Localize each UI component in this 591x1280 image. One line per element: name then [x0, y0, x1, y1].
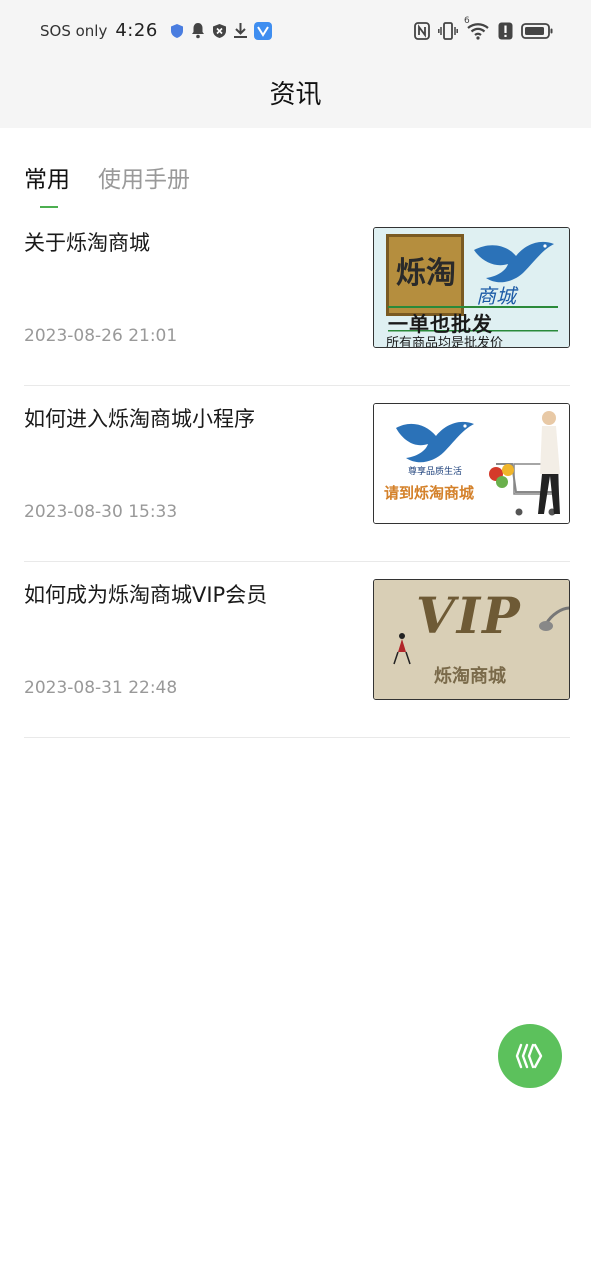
article-thumbnail: VIP 烁淘商城 [373, 579, 570, 700]
article-item[interactable]: 如何成为烁淘商城VIP会员 2023-08-31 22:48 VIP 烁淘商城 [24, 562, 570, 738]
thumb-vip-text: VIP [416, 586, 522, 645]
nfc-icon [414, 22, 430, 40]
tab-bar: 常用 使用手册 [24, 160, 190, 208]
blocked-icon [212, 23, 226, 38]
thumb-sub-text: 商城 [476, 284, 516, 308]
bell-icon [191, 23, 204, 39]
clock: 4:26 [115, 20, 158, 41]
wifi-indicator: 6 [464, 16, 490, 40]
thumbnail-graphic [374, 404, 569, 523]
article-title: 如何成为烁淘商城VIP会员 [24, 583, 268, 607]
app-notification-icon [253, 21, 272, 40]
carrier-text: SOS only [40, 21, 108, 40]
status-left-icons [170, 21, 272, 40]
article-title: 如何进入烁淘商城小程序 [24, 407, 255, 431]
article-date: 2023-08-30 15:33 [24, 502, 178, 522]
thumb-line2-text: 所有商品均是批发价 [386, 336, 504, 348]
article-item[interactable]: 关于烁淘商城 2023-08-26 21:01 烁淘 商城 一单也批发 所有商品… [24, 210, 570, 386]
tab-user-manual[interactable]: 使用手册 [98, 160, 190, 208]
tab-active-indicator [40, 206, 58, 208]
article-item[interactable]: 如何进入烁淘商城小程序 2023-08-30 15:33 尊享品质生活 请到烁淘… [24, 386, 570, 562]
thumb-caption-text: 烁淘商城 [434, 666, 506, 687]
tab-common[interactable]: 常用 [24, 160, 70, 208]
thumb-caption-text: 请到烁淘商城 [384, 484, 475, 502]
thumb-brand-text: 烁淘 [396, 256, 456, 291]
page-title: 资讯 [269, 80, 322, 110]
battery-icon [521, 23, 553, 39]
article-list: 关于烁淘商城 2023-08-26 21:01 烁淘 商城 一单也批发 所有商品… [24, 210, 570, 738]
floating-action-button[interactable] [498, 1024, 562, 1088]
shield-icon [170, 23, 183, 38]
status-bar: SOS only 4:26 6 [0, 0, 591, 64]
article-date: 2023-08-31 22:48 [24, 678, 178, 698]
thumb-tagline-text: 尊享品质生活 [408, 467, 463, 477]
app-header: 资讯 [0, 64, 591, 128]
wifi-standard-label: 6 [464, 16, 470, 26]
article-thumbnail: 尊享品质生活 请到烁淘商城 [373, 403, 570, 524]
vibrate-icon [438, 22, 458, 40]
status-right: 6 [414, 16, 553, 40]
download-icon [233, 23, 247, 38]
wave-icon [515, 1043, 543, 1069]
alert-icon [498, 22, 513, 40]
status-left: SOS only 4:26 [40, 20, 272, 41]
tab-common-label: 常用 [24, 167, 70, 193]
article-thumbnail: 烁淘 商城 一单也批发 所有商品均是批发价 [373, 227, 570, 348]
tab-user-manual-label: 使用手册 [98, 167, 190, 193]
article-title: 关于烁淘商城 [24, 231, 150, 255]
article-date: 2023-08-26 21:01 [24, 326, 178, 346]
